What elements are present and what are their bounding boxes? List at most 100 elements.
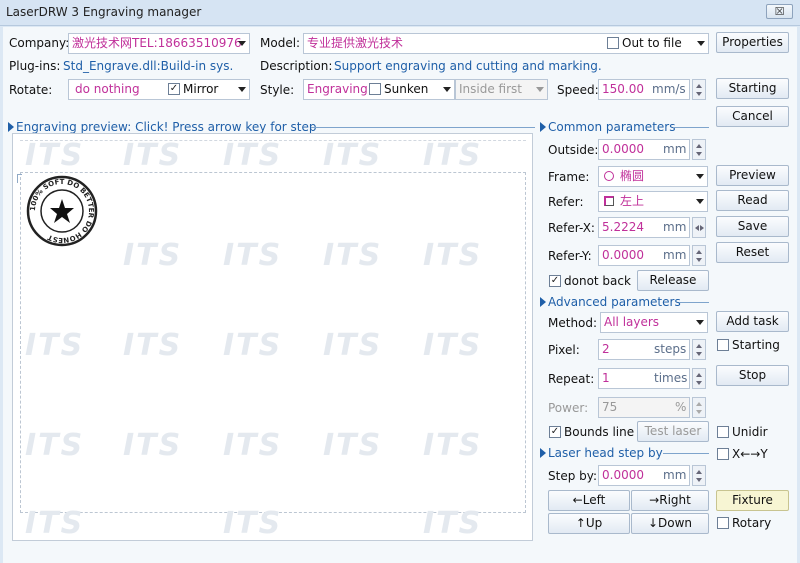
add-task-button[interactable]: Add task: [716, 311, 789, 332]
mirror-checkbox[interactable]: ✓: [168, 83, 180, 95]
frame-value: 椭圆: [620, 169, 645, 183]
spin-up-icon: [696, 373, 702, 377]
model-value: 专业提供激光技术: [307, 36, 404, 50]
power-spinner[interactable]: [692, 397, 706, 418]
title-bar: LaserDRW 3 Engraving manager ☒: [0, 0, 800, 26]
release-button[interactable]: Release: [637, 270, 709, 291]
spin-down-icon: [696, 478, 702, 482]
common-section-title: Common parameters: [548, 120, 676, 134]
frame-select[interactable]: 椭圆: [598, 166, 708, 187]
outside-spinner[interactable]: [692, 139, 706, 160]
watermark: ITS: [223, 428, 283, 463]
starting-check-label: Starting: [732, 338, 780, 352]
speed-value: 150.00: [602, 82, 644, 96]
refer-x-unit: mm: [663, 220, 687, 234]
out-to-file-checkbox[interactable]: [607, 37, 619, 49]
rotate-select[interactable]: do nothing: [68, 79, 250, 100]
spin-down-icon: [696, 92, 702, 96]
properties-button[interactable]: Properties: [716, 32, 789, 53]
company-value: 激光技术网TEL:18663510976: [72, 36, 242, 50]
refer-value: 左上: [620, 194, 645, 208]
pixel-spinner[interactable]: [692, 339, 706, 360]
power-unit: %: [675, 400, 687, 414]
reset-button[interactable]: Reset: [716, 242, 789, 263]
xy-swap-checkbox[interactable]: [717, 448, 729, 460]
method-value: All layers: [604, 315, 660, 329]
starting-button[interactable]: Starting: [716, 78, 789, 99]
watermark: ITS: [123, 328, 183, 363]
watermark: ITS: [223, 328, 283, 363]
watermark: ITS: [123, 138, 183, 173]
engraving-preview-canvas[interactable]: ITS ITS ITS ITS ITS ITS ITS ITS ITS ITS …: [12, 133, 533, 541]
cancel-button[interactable]: Cancel: [716, 106, 789, 127]
plugins-value: Std_Engrave.dll:Build-in sys.: [63, 59, 234, 73]
method-label: Method:: [548, 316, 598, 330]
divider: [311, 127, 535, 128]
rotate-value: do nothing: [75, 82, 140, 96]
rotate-label: Rotate:: [9, 83, 53, 97]
watermark: ITS: [223, 506, 283, 541]
step-down-button[interactable]: ↓Down: [631, 513, 709, 534]
fixture-button[interactable]: Fixture: [716, 490, 789, 511]
spin-left-icon: [695, 225, 699, 231]
dropdown-arrow-icon: [696, 320, 704, 325]
test-laser-button[interactable]: Test laser: [637, 421, 709, 442]
step-up-button[interactable]: ↑Up: [548, 513, 630, 534]
refer-y-value: 0.0000: [602, 248, 644, 262]
spin-right-icon: [700, 225, 704, 231]
inside-first-value: Inside first: [459, 82, 522, 96]
step-left-button[interactable]: ←Left: [548, 490, 630, 511]
section-arrow-icon: [540, 122, 546, 132]
sunken-checkbox[interactable]: [369, 83, 381, 95]
read-button[interactable]: Read: [716, 190, 789, 211]
refer-corner-icon: [604, 196, 614, 206]
description-label: Description:: [260, 59, 333, 73]
dropdown-arrow-icon: [697, 41, 705, 46]
method-select[interactable]: All layers: [600, 312, 708, 333]
unidir-label: Unidir: [732, 425, 768, 439]
divider: [679, 302, 709, 303]
donot-back-checkbox[interactable]: ✓: [549, 275, 561, 287]
outside-value: 0.0000: [602, 142, 644, 156]
stop-button[interactable]: Stop: [716, 365, 789, 386]
step-by-unit: mm: [663, 468, 687, 482]
step-by-value: 0.0000: [602, 468, 644, 482]
plugins-label: Plug-ins:: [9, 59, 61, 73]
dropdown-arrow-icon: [443, 87, 451, 92]
company-label: Company:: [9, 36, 70, 50]
inside-first-select[interactable]: Inside first: [455, 79, 548, 100]
spin-down-icon: [696, 258, 702, 262]
repeat-spinner[interactable]: [692, 368, 706, 389]
step-by-spinner[interactable]: [692, 465, 706, 486]
preview-button[interactable]: Preview: [716, 165, 789, 186]
dropdown-arrow-icon: [536, 87, 544, 92]
rotary-checkbox[interactable]: [717, 517, 729, 529]
company-select[interactable]: 激光技术网TEL:18663510976: [68, 33, 250, 54]
power-value: 75: [602, 400, 618, 414]
step-right-button[interactable]: →Right: [631, 490, 709, 511]
watermark: ITS: [323, 428, 383, 463]
bounds-line-label: Bounds line: [564, 425, 635, 439]
unidir-checkbox[interactable]: [717, 426, 729, 438]
starting-checkbox[interactable]: [717, 339, 729, 351]
refer-x-spinner[interactable]: [692, 217, 706, 238]
spin-up-icon: [696, 470, 702, 474]
refer-y-spinner[interactable]: [692, 245, 706, 266]
laser-step-section-title: Laser head step by: [548, 446, 663, 460]
watermark: ITS: [25, 328, 85, 363]
bounds-line-checkbox[interactable]: ✓: [549, 426, 561, 438]
laser-engraving-window: LaserDRW 3 Engraving manager ☒ Company: …: [0, 0, 800, 563]
speed-spinner[interactable]: [692, 79, 706, 100]
close-button[interactable]: ☒: [766, 4, 793, 19]
repeat-label: Repeat:: [548, 372, 595, 386]
outside-unit: mm: [663, 142, 687, 156]
divider: [673, 127, 709, 128]
watermark: ITS: [223, 238, 283, 273]
model-label: Model:: [260, 36, 301, 50]
refer-select[interactable]: 左上: [598, 191, 708, 212]
style-value: Engraving: [307, 82, 368, 96]
spin-up-icon: [696, 144, 702, 148]
watermark: ITS: [323, 328, 383, 363]
watermark: ITS: [423, 238, 483, 273]
save-button[interactable]: Save: [716, 216, 789, 237]
